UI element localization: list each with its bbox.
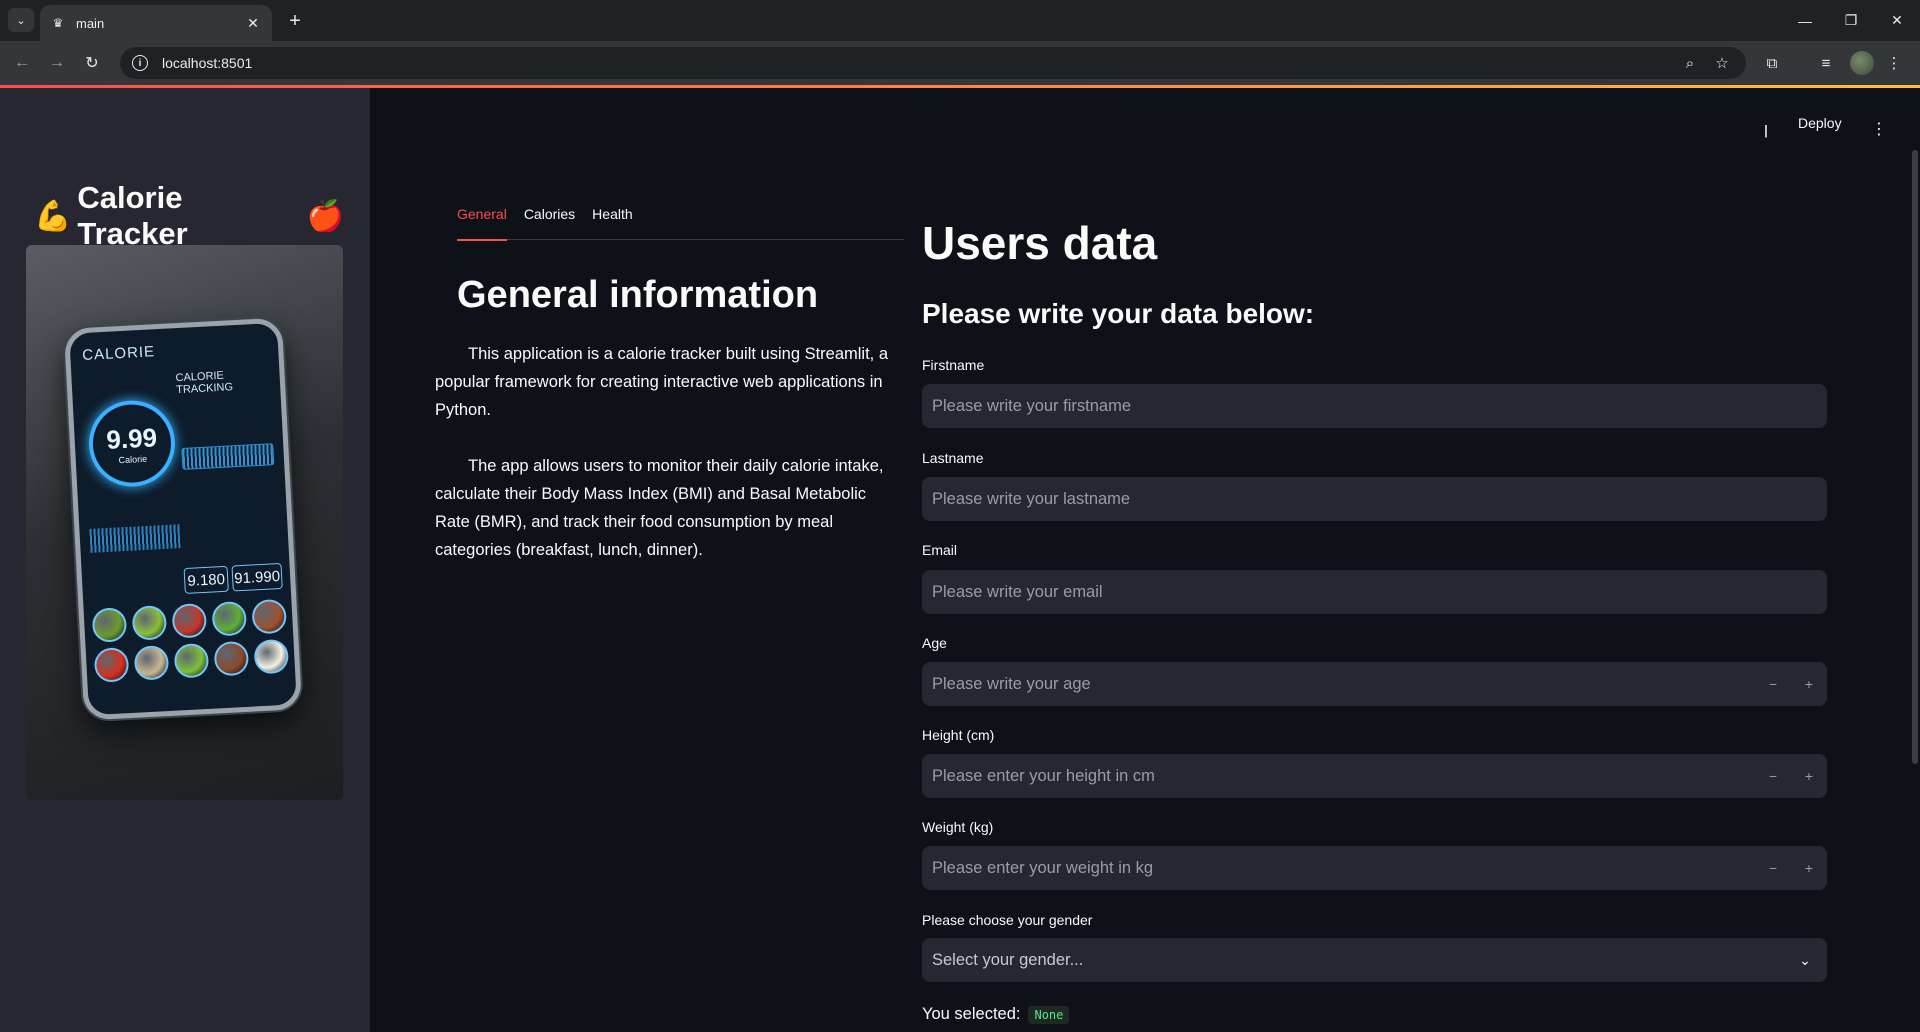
weight-number-input[interactable]: Please enter your weight in kg − + bbox=[922, 846, 1827, 890]
browser-tabstrip: ⌄ ♛ main ✕ + — ❐ ✕ bbox=[0, 0, 1920, 41]
selected-value-code: None bbox=[1028, 1005, 1070, 1024]
selected-label: You selected: bbox=[922, 1005, 1021, 1023]
height-decrement-icon[interactable]: − bbox=[1755, 754, 1791, 798]
zoom-icon[interactable]: ⌕ bbox=[1676, 47, 1704, 79]
profile-avatar[interactable] bbox=[1850, 51, 1874, 75]
gender-select[interactable]: Select your gender... ⌄ bbox=[922, 938, 1827, 982]
age-label: Age bbox=[922, 635, 947, 651]
browser-tab[interactable]: ♛ main ✕ bbox=[40, 5, 272, 41]
streamlit-favicon-icon: ♛ bbox=[52, 16, 64, 30]
restore-icon[interactable]: ❐ bbox=[1828, 0, 1874, 41]
apple-icon: 🍎 bbox=[306, 199, 344, 233]
reading-list-icon[interactable]: ≡ bbox=[1812, 49, 1840, 77]
gender-selected-line: You selected: None bbox=[922, 1005, 1070, 1024]
lastname-placeholder: Please write your lastname bbox=[932, 489, 1131, 508]
general-info-heading: General information bbox=[457, 274, 819, 316]
close-tab-icon[interactable]: ✕ bbox=[244, 15, 262, 32]
tab-calories[interactable]: Calories bbox=[524, 200, 575, 240]
back-arrow-icon[interactable]: ← bbox=[8, 49, 36, 77]
minimize-icon[interactable]: — bbox=[1782, 0, 1828, 41]
gender-label: Please choose your gender bbox=[922, 912, 1093, 928]
page-scrollbar[interactable] bbox=[1912, 150, 1918, 764]
browser-toolbar: ← → ↻ i localhost:8501 ⌕ ☆ ⧉ ≡ ⋮ bbox=[0, 41, 1920, 85]
email-placeholder: Please write your email bbox=[932, 582, 1103, 601]
food-item bbox=[91, 607, 128, 643]
form-subheading: Please write your data below: bbox=[922, 298, 1315, 329]
tab-health[interactable]: Health bbox=[592, 200, 632, 240]
reload-icon[interactable]: ↻ bbox=[78, 49, 106, 77]
food-item bbox=[253, 638, 290, 675]
food-item bbox=[131, 605, 168, 641]
phone-waveform bbox=[181, 443, 275, 470]
height-label: Height (cm) bbox=[922, 727, 995, 743]
calorie-app-phone-image: CALORIE CALORIE TRACKING 9.99 Calorie 9.… bbox=[26, 245, 343, 800]
phone-readout-right: 91.990 bbox=[231, 562, 283, 592]
general-info-text: This application is a calorie tracker bu… bbox=[435, 340, 900, 564]
gender-select-value: Select your gender... bbox=[932, 950, 1084, 969]
site-info-icon[interactable]: i bbox=[132, 55, 148, 71]
lastname-label: Lastname bbox=[922, 450, 984, 466]
main-menu-icon[interactable]: ⋮ bbox=[1866, 116, 1892, 142]
address-url: localhost:8501 bbox=[162, 55, 253, 71]
phone-screen-title: CALORIE bbox=[81, 343, 156, 365]
phone-screen-subtitle: CALORIE TRACKING bbox=[175, 369, 234, 397]
general-paragraph-2: The app allows users to monitor their da… bbox=[435, 457, 884, 559]
address-bar[interactable]: i localhost:8501 bbox=[120, 47, 1746, 79]
firstname-input[interactable]: Please write your firstname bbox=[922, 384, 1827, 428]
general-paragraph-1: This application is a calorie tracker bu… bbox=[435, 345, 889, 419]
status-running-icon[interactable]: ꞁ bbox=[1753, 116, 1779, 142]
browser-menu-icon[interactable]: ⋮ bbox=[1880, 49, 1908, 77]
height-increment-icon[interactable]: + bbox=[1791, 754, 1827, 798]
email-input[interactable]: Please write your email bbox=[922, 570, 1827, 614]
phone-food-grid bbox=[91, 598, 290, 683]
phone-calorie-number: 9.99 bbox=[105, 421, 158, 455]
flexed-biceps-icon: 💪 bbox=[34, 199, 72, 233]
sidebar: 💪 Calorie Tracker 🍎 CALORIE CALORIE TRAC… bbox=[0, 88, 370, 1032]
food-item bbox=[211, 600, 248, 637]
tab-search-chevron-icon[interactable]: ⌄ bbox=[8, 8, 34, 32]
new-tab-plus-icon[interactable]: + bbox=[282, 8, 308, 34]
phone-calorie-unit: Calorie bbox=[118, 453, 148, 465]
food-item bbox=[213, 640, 250, 677]
age-increment-icon[interactable]: + bbox=[1791, 662, 1827, 706]
age-placeholder: Please write your age bbox=[932, 674, 1091, 693]
firstname-placeholder: Please write your firstname bbox=[932, 396, 1131, 415]
lastname-input[interactable]: Please write your lastname bbox=[922, 477, 1827, 521]
age-number-input[interactable]: Please write your age − + bbox=[922, 662, 1827, 706]
height-placeholder: Please enter your height in cm bbox=[932, 766, 1155, 785]
age-decrement-icon[interactable]: − bbox=[1755, 662, 1791, 706]
email-label: Email bbox=[922, 542, 958, 558]
weight-placeholder: Please enter your weight in kg bbox=[932, 858, 1154, 877]
phone-readout-left: 9.180 bbox=[183, 565, 229, 595]
sidebar-title-text: Calorie Tracker bbox=[77, 180, 188, 251]
sidebar-title: 💪 Calorie Tracker 🍎 bbox=[34, 180, 344, 252]
phone-illustration: CALORIE CALORIE TRACKING 9.99 Calorie 9.… bbox=[63, 317, 303, 721]
food-item bbox=[171, 602, 208, 639]
deploy-button[interactable]: Deploy bbox=[1798, 115, 1842, 131]
food-item bbox=[251, 598, 288, 635]
forward-arrow-icon[interactable]: → bbox=[43, 49, 71, 77]
browser-tab-title: main bbox=[76, 15, 105, 31]
chevron-down-icon: ⌄ bbox=[1799, 951, 1811, 968]
extensions-puzzle-icon[interactable]: ⧉ bbox=[1758, 49, 1786, 77]
food-item bbox=[173, 642, 210, 679]
window-close-icon[interactable]: ✕ bbox=[1874, 0, 1920, 41]
food-item bbox=[133, 644, 170, 681]
phone-calorie-ring: 9.99 Calorie bbox=[86, 398, 178, 489]
weight-increment-icon[interactable]: + bbox=[1791, 846, 1827, 890]
users-data-heading: Users data bbox=[922, 217, 1158, 269]
tab-list: General Calories Health bbox=[457, 200, 904, 241]
weight-label: Weight (kg) bbox=[922, 819, 994, 835]
tab-general[interactable]: General bbox=[457, 200, 507, 241]
bookmark-star-icon[interactable]: ☆ bbox=[1708, 47, 1736, 79]
food-item bbox=[93, 647, 130, 683]
weight-decrement-icon[interactable]: − bbox=[1755, 846, 1791, 890]
height-number-input[interactable]: Please enter your height in cm − + bbox=[922, 754, 1827, 798]
phone-waveform-lower bbox=[89, 524, 181, 553]
firstname-label: Firstname bbox=[922, 357, 985, 373]
